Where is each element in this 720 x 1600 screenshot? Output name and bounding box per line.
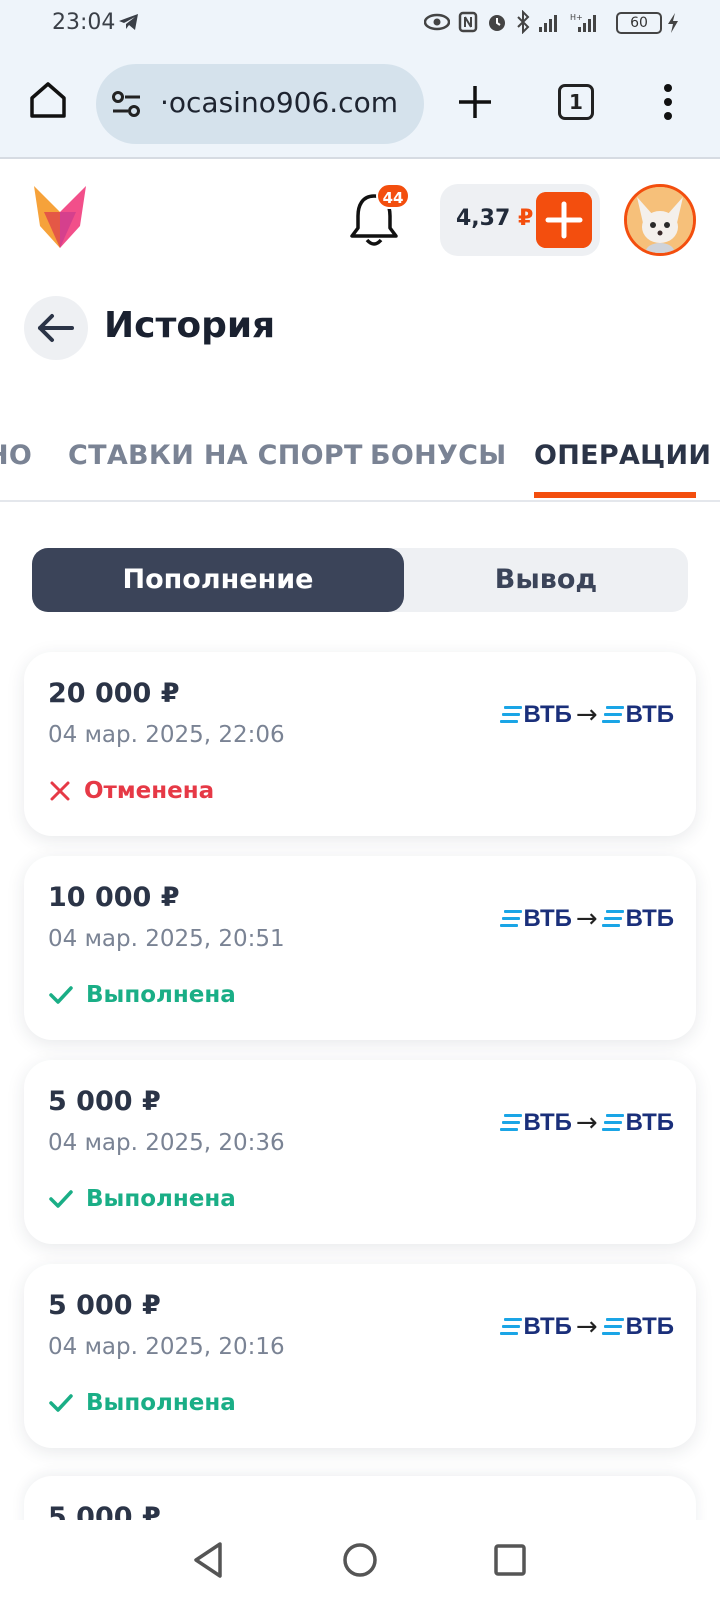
payment-method: ВТБ → ВТБ: [499, 1108, 674, 1138]
tab-casino[interactable]: НО: [0, 440, 32, 471]
operation-date: 04 мар. 2025, 20:16: [48, 1334, 285, 1360]
system-nav-bar: [0, 1520, 720, 1600]
operation-date: 04 мар. 2025, 20:36: [48, 1130, 285, 1156]
tab-switcher-button[interactable]: 1: [558, 84, 594, 120]
new-tab-icon[interactable]: [455, 82, 495, 122]
operation-card[interactable]: 5 000 ₽ 04 мар. 2025, 20:16 Выполнена ВТ…: [24, 1264, 696, 1448]
url-text[interactable]: ·ocasino906.com: [160, 86, 412, 119]
withdraw-toggle[interactable]: Вывод: [404, 548, 688, 612]
operation-amount: 10 000 ₽: [48, 882, 180, 913]
from-bank: ВТБ: [499, 905, 572, 933]
svg-text:H+: H+: [570, 13, 583, 22]
status-time: 23:04: [52, 10, 116, 35]
charging-icon: [668, 13, 678, 33]
browser-toolbar: ·ocasino906.com 1: [0, 48, 720, 159]
operation-status-label: Выполнена: [86, 982, 236, 1008]
vtb-logo-icon: [601, 1318, 624, 1336]
check-icon: [49, 1190, 73, 1208]
nav-home-icon[interactable]: [332, 1532, 388, 1588]
vtb-logo-icon: [601, 706, 624, 724]
operation-card[interactable]: 10 000 ₽ 04 мар. 2025, 20:51 Выполнена В…: [24, 856, 696, 1040]
deposit-plus-button[interactable]: [536, 192, 592, 248]
bluetooth-icon: [517, 10, 530, 34]
status-bar: 23:04 H+ 60: [0, 0, 720, 48]
status-icons: H+: [424, 10, 600, 34]
signal-icon: H+: [570, 13, 596, 32]
operation-amount: 5 000 ₽: [48, 1290, 161, 1321]
logo[interactable]: [30, 182, 90, 252]
nav-back-icon[interactable]: [182, 1532, 238, 1588]
signal-icon: [539, 15, 557, 32]
vtb-logo-icon: [499, 1114, 522, 1132]
payment-method: ВТБ → ВТБ: [499, 700, 674, 730]
nfc-icon: [458, 11, 478, 33]
balance-widget[interactable]: 4,37 ₽: [440, 184, 600, 256]
arrow-left-icon: [38, 314, 74, 342]
history-tabs: НО СТАВКИ НА СПОРТ БОНУСЫ ОПЕРАЦИИ: [0, 430, 720, 502]
tab-operations[interactable]: ОПЕРАЦИИ: [534, 440, 711, 471]
check-icon: [49, 1394, 73, 1412]
operation-status: Выполнена: [48, 1388, 236, 1418]
operation-status-label: Отменена: [84, 778, 215, 804]
payment-method: ВТБ → ВТБ: [499, 1312, 674, 1342]
arrow-right-icon: →: [575, 904, 598, 934]
balance-amount: 4,37 ₽: [456, 206, 534, 231]
operation-type-switch: Пополнение Вывод: [32, 548, 688, 612]
vtb-logo-icon: [499, 1318, 522, 1336]
avatar[interactable]: [624, 184, 696, 256]
arrow-right-icon: →: [575, 700, 598, 730]
operation-status: Отменена: [48, 776, 214, 806]
payment-method: ВТБ → ВТБ: [499, 904, 674, 934]
to-bank: ВТБ: [601, 1109, 674, 1137]
eye-icon: [424, 13, 450, 31]
operation-status-label: Выполнена: [86, 1186, 236, 1212]
notification-badge: 44: [376, 183, 410, 209]
address-bar[interactable]: ·ocasino906.com: [96, 64, 424, 144]
active-tab-indicator: [534, 492, 696, 498]
vtb-logo-icon: [499, 910, 522, 928]
battery-icon: 60: [616, 12, 662, 34]
vtb-logo-icon: [601, 910, 624, 928]
home-icon[interactable]: [26, 78, 70, 122]
to-bank: ВТБ: [601, 905, 674, 933]
operation-date: 04 мар. 2025, 20:51: [48, 926, 285, 952]
vtb-logo-icon: [601, 1114, 624, 1132]
site-settings-icon[interactable]: [110, 88, 144, 120]
arrow-right-icon: →: [575, 1312, 598, 1342]
nav-recents-icon[interactable]: [482, 1532, 538, 1588]
deposit-toggle[interactable]: Пополнение: [32, 548, 404, 612]
fox-avatar-icon: [627, 187, 693, 253]
operation-date: 04 мар. 2025, 22:06: [48, 722, 285, 748]
operation-status-label: Выполнена: [86, 1390, 236, 1416]
from-bank: ВТБ: [499, 1109, 572, 1137]
page-title: История: [104, 305, 276, 346]
arrow-right-icon: →: [575, 1108, 598, 1138]
operation-amount: 20 000 ₽: [48, 678, 180, 709]
tab-bonuses[interactable]: БОНУСЫ: [370, 440, 507, 471]
operation-status: Выполнена: [48, 1184, 236, 1214]
to-bank: ВТБ: [601, 701, 674, 729]
from-bank: ВТБ: [499, 701, 572, 729]
back-button[interactable]: [24, 296, 88, 360]
operation-amount: 5 000 ₽: [48, 1086, 161, 1117]
vtb-logo-icon: [499, 706, 522, 724]
alarm-icon: [489, 15, 505, 31]
telegram-icon: [119, 14, 138, 30]
check-icon: [49, 986, 73, 1004]
balance-currency: ₽: [517, 206, 534, 231]
more-menu-icon[interactable]: [658, 82, 678, 122]
operation-card[interactable]: 20 000 ₽ 04 мар. 2025, 22:06 Отменена ВТ…: [24, 652, 696, 836]
from-bank: ВТБ: [499, 1313, 572, 1341]
operation-status: Выполнена: [48, 980, 236, 1010]
close-icon: [50, 781, 70, 801]
to-bank: ВТБ: [601, 1313, 674, 1341]
tab-sports-bets[interactable]: СТАВКИ НА СПОРТ: [68, 440, 363, 471]
operation-card[interactable]: 5 000 ₽ 04 мар. 2025, 20:36 Выполнена ВТ…: [24, 1060, 696, 1244]
